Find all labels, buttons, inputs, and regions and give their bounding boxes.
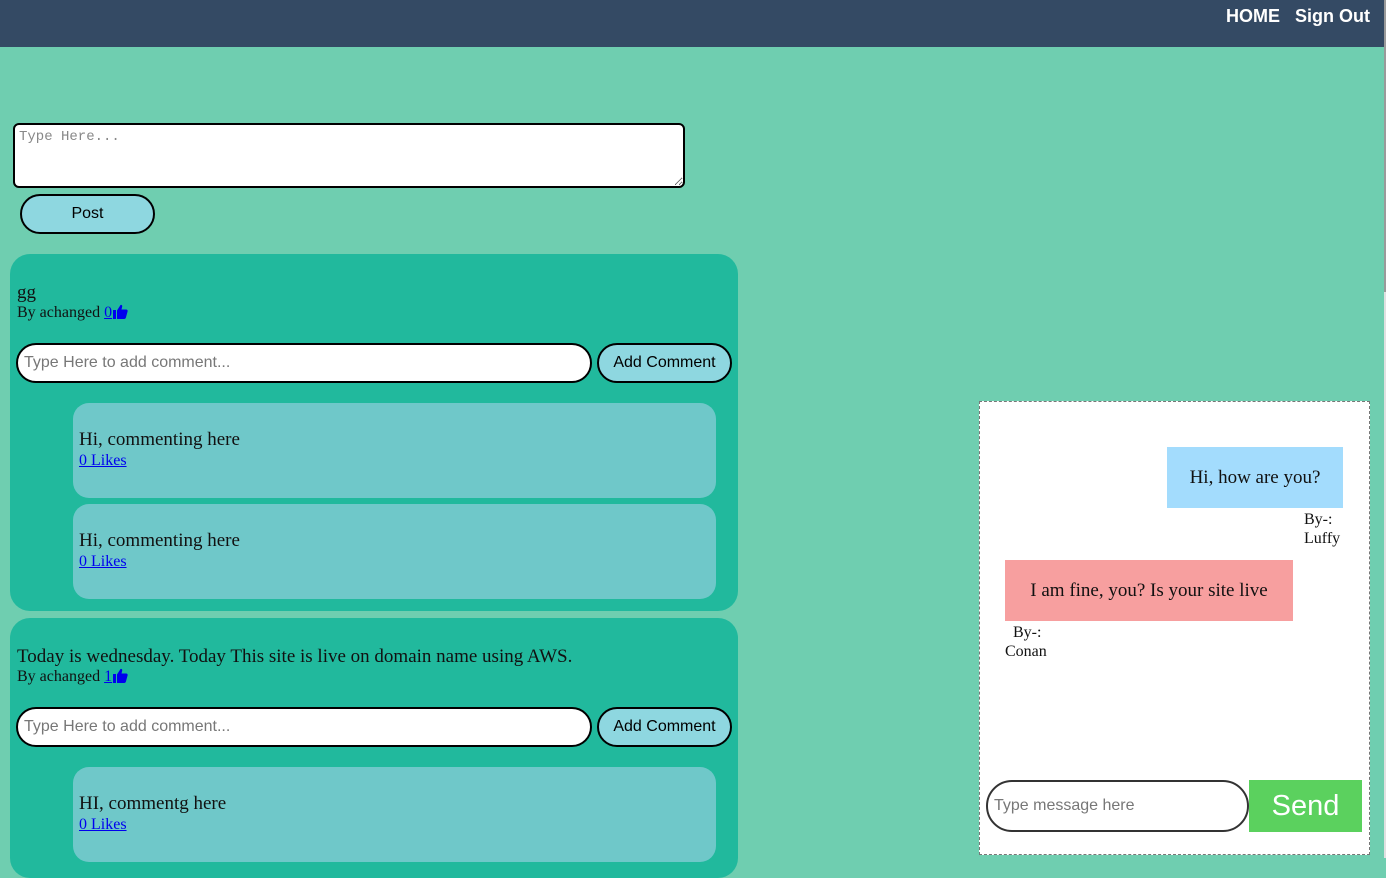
comment-card: HI, commentg here 0 Likes <box>73 767 716 862</box>
top-navbar: HOME Sign Out <box>0 0 1384 47</box>
chat-message-sent: Hi, how are you? <box>1167 447 1343 508</box>
add-comment-button[interactable]: Add Comment <box>597 707 732 747</box>
author-name: Conan <box>1005 643 1047 660</box>
chat-message-author: By-: Conan <box>1005 623 1047 661</box>
comment-text: Hi, commenting here <box>79 429 240 450</box>
post-author: By achanged <box>17 304 101 321</box>
new-post-textarea[interactable] <box>13 123 685 188</box>
by-label: By-: <box>1304 511 1333 528</box>
comment-card: Hi, commenting here 0 Likes <box>73 403 716 498</box>
post-like-link[interactable]: 1 <box>104 668 128 685</box>
chat-message-author: By-: Luffy <box>1304 510 1340 548</box>
post-like-link[interactable]: 0 <box>104 304 128 321</box>
chat-message-received: I am fine, you? Is your site live <box>1005 560 1293 621</box>
by-label: By-: <box>1013 624 1042 641</box>
like-count: 0 <box>104 304 113 321</box>
comment-likes-link[interactable]: 0 Likes <box>79 452 127 470</box>
post-text: gg <box>17 282 36 303</box>
post-text: Today is wednesday. Today This site is l… <box>17 646 573 667</box>
comment-input[interactable] <box>16 343 592 383</box>
post-meta: By achanged 1 <box>17 668 128 688</box>
comment-card: Hi, commenting here 0 Likes <box>73 504 716 599</box>
chat-panel: Hi, how are you? By-: Luffy I am fine, y… <box>979 401 1370 855</box>
comment-likes-link[interactable]: 0 Likes <box>79 816 127 834</box>
thumbs-up-icon <box>112 668 128 688</box>
post-button[interactable]: Post <box>20 194 155 234</box>
post-card: Today is wednesday. Today This site is l… <box>10 618 738 878</box>
author-name: Luffy <box>1304 530 1341 547</box>
like-count: 1 <box>104 668 113 685</box>
thumbs-up-icon <box>112 304 128 324</box>
add-comment-button[interactable]: Add Comment <box>597 343 732 383</box>
home-link[interactable]: HOME <box>1226 6 1280 26</box>
post-author: By achanged <box>17 668 101 685</box>
comment-text: Hi, commenting here <box>79 530 240 551</box>
send-button[interactable]: Send <box>1249 780 1362 832</box>
comment-text: HI, commentg here <box>79 793 227 814</box>
comment-likes-link[interactable]: 0 Likes <box>79 553 127 571</box>
sign-out-link[interactable]: Sign Out <box>1295 6 1370 26</box>
comment-input[interactable] <box>16 707 592 747</box>
post-meta: By achanged 0 <box>17 304 128 324</box>
post-card: gg By achanged 0 Add Comment Hi, comment… <box>10 254 738 611</box>
nav-links: HOME Sign Out <box>1216 6 1370 27</box>
chat-message-input[interactable] <box>986 780 1249 832</box>
